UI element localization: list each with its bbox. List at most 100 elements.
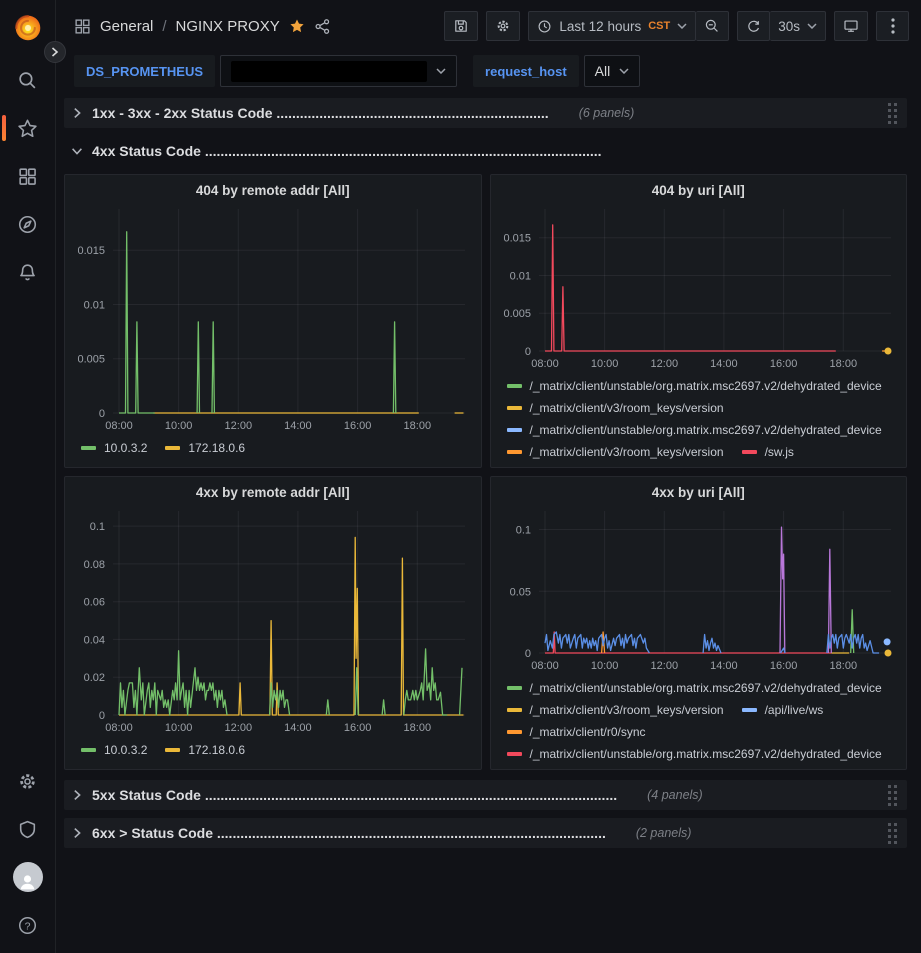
row-drag-handle[interactable] — [886, 821, 899, 846]
legend-swatch — [507, 384, 522, 388]
sidebar-item-starred[interactable] — [0, 104, 56, 152]
legend-swatch — [507, 686, 522, 690]
panel-404-by-remote-addr: 404 by remote addr [All]08:0010:0012:001… — [64, 174, 482, 468]
datasource-value-redacted — [231, 61, 427, 82]
refresh-interval-picker[interactable]: 30s — [770, 11, 826, 41]
svg-text:0: 0 — [524, 346, 530, 358]
row-panel-count: (6 panels) — [579, 106, 635, 120]
monitor-icon — [843, 18, 859, 34]
datasource-variable: DS_PROMETHEUS — [74, 55, 457, 87]
request-host-variable-select[interactable]: All — [584, 55, 641, 87]
svg-text:0.06: 0.06 — [84, 597, 105, 609]
panel-title[interactable]: 404 by uri [All] — [495, 179, 903, 203]
legend-item[interactable]: /_matrix/client/v3/room_keys/version — [507, 702, 724, 717]
panel-legend: /_matrix/client/unstable/org.matrix.msc2… — [495, 373, 903, 467]
svg-text:16:00: 16:00 — [769, 358, 797, 370]
breadcrumb-dashboard-title[interactable]: NGINX PROXY — [176, 18, 280, 35]
favorite-star-button[interactable] — [289, 18, 305, 34]
legend-item[interactable]: /_matrix/client/unstable/org.matrix.msc2… — [507, 680, 882, 695]
time-series-chart[interactable]: 08:0010:0012:0014:0016:0018:0000.0050.01… — [69, 203, 477, 435]
save-icon — [453, 18, 469, 34]
search-icon — [17, 70, 38, 91]
sidebar-item-profile[interactable] — [0, 853, 56, 901]
navbar: General / NGINX PROXY — [56, 0, 921, 52]
legend-swatch — [507, 428, 522, 432]
sidebar-item-alerting[interactable] — [0, 248, 56, 296]
panel-title[interactable]: 4xx by uri [All] — [495, 481, 903, 505]
svg-text:12:00: 12:00 — [650, 660, 678, 672]
sidebar: ? — [0, 0, 56, 953]
svg-text:14:00: 14:00 — [284, 420, 312, 432]
row-title: 5xx Status Code ........................… — [92, 787, 617, 803]
time-controls-group: Last 12 hours CST — [528, 11, 729, 41]
svg-text:14:00: 14:00 — [710, 660, 738, 672]
legend-item[interactable]: 10.0.3.2 — [81, 440, 147, 455]
legend-item[interactable]: /_matrix/client/unstable/org.matrix.msc2… — [507, 378, 882, 393]
svg-text:10:00: 10:00 — [590, 660, 618, 672]
sidebar-item-explore[interactable] — [0, 200, 56, 248]
legend-label: /_matrix/client/v3/room_keys/version — [530, 401, 724, 415]
time-series-chart[interactable]: 08:0010:0012:0014:0016:0018:0000.0050.01… — [495, 203, 903, 373]
legend-item[interactable]: /api/live/ws — [742, 702, 824, 717]
refresh-button[interactable] — [737, 11, 770, 41]
grafana-logo[interactable] — [11, 10, 45, 44]
row-drag-handle[interactable] — [886, 101, 899, 126]
row-5xx-status-code[interactable]: 5xx Status Code ........................… — [64, 780, 907, 810]
legend-label: /_matrix/client/v3/room_keys/version — [530, 703, 724, 717]
time-series-chart[interactable]: 08:0010:0012:0014:0016:0018:0000.020.040… — [69, 505, 477, 737]
tv-mode-button[interactable] — [834, 11, 868, 41]
legend-item[interactable]: /sw.js — [742, 444, 794, 459]
svg-text:0: 0 — [99, 408, 105, 420]
row-drag-handle[interactable] — [886, 783, 899, 808]
compass-icon — [17, 214, 38, 235]
save-dashboard-button[interactable] — [444, 11, 478, 41]
svg-text:18:00: 18:00 — [404, 722, 432, 734]
sidebar-item-search[interactable] — [0, 56, 56, 104]
legend-item[interactable]: /_matrix/client/v3/room_keys/version — [507, 400, 724, 415]
legend-label: /_matrix/client/unstable/org.matrix.msc2… — [530, 747, 882, 761]
legend-item[interactable]: 172.18.0.6 — [165, 440, 245, 455]
svg-text:08:00: 08:00 — [105, 420, 133, 432]
sidebar-item-configuration[interactable] — [0, 757, 56, 805]
share-button[interactable] — [314, 18, 331, 35]
datasource-variable-select[interactable] — [220, 55, 457, 87]
sidebar-expand-button[interactable] — [44, 41, 66, 63]
svg-text:0.08: 0.08 — [84, 559, 105, 571]
time-series-chart[interactable]: 08:0010:0012:0014:0016:0018:0000.050.1 — [495, 505, 903, 675]
breadcrumb-section[interactable]: General — [100, 18, 153, 35]
legend-item[interactable]: /_matrix/client/r0/sync — [507, 724, 646, 739]
panel-404-by-uri: 404 by uri [All]08:0010:0012:0014:0016:0… — [490, 174, 908, 468]
legend-item[interactable]: 10.0.3.2 — [81, 742, 147, 757]
request-host-variable-label[interactable]: request_host — [473, 55, 579, 87]
row-6xx-status-code[interactable]: 6xx > Status Code ......................… — [64, 818, 907, 848]
legend-swatch — [165, 446, 180, 450]
legend-item[interactable]: /_matrix/client/unstable/org.matrix.msc2… — [507, 746, 882, 761]
more-options-button[interactable] — [876, 11, 909, 41]
chevron-down-icon — [807, 23, 817, 29]
legend-swatch — [507, 752, 522, 756]
legend-item[interactable]: /_matrix/client/unstable/org.matrix.msc2… — [507, 422, 882, 437]
share-icon — [314, 18, 331, 35]
chevron-down-icon — [619, 68, 629, 74]
sidebar-item-server-admin[interactable] — [0, 805, 56, 853]
panel-title[interactable]: 4xx by remote addr [All] — [69, 481, 477, 505]
dashboard-content: 1xx - 3xx - 2xx Status Code ............… — [56, 90, 921, 953]
legend-item[interactable]: 172.18.0.6 — [165, 742, 245, 757]
time-range-picker[interactable]: Last 12 hours CST — [528, 11, 696, 41]
zoom-out-time-button[interactable] — [696, 11, 729, 41]
chevron-right-icon — [70, 106, 84, 120]
row-1xx-3xx-2xx-status-code[interactable]: 1xx - 3xx - 2xx Status Code ............… — [64, 98, 907, 128]
legend-swatch — [742, 708, 757, 712]
panel-title[interactable]: 404 by remote addr [All] — [69, 179, 477, 203]
datasource-variable-label[interactable]: DS_PROMETHEUS — [74, 55, 215, 87]
sidebar-item-help[interactable]: ? — [0, 901, 56, 949]
sidebar-item-dashboards[interactable] — [0, 152, 56, 200]
row-title: 4xx Status Code ........................… — [92, 143, 602, 159]
legend-item[interactable]: /_matrix/client/v3/room_keys/version — [507, 444, 724, 459]
legend-swatch — [165, 748, 180, 752]
dashboard-settings-button[interactable] — [486, 11, 520, 41]
dashboards-grid-icon — [17, 166, 38, 187]
svg-text:08:00: 08:00 — [531, 358, 559, 370]
row-4xx-status-code[interactable]: 4xx Status Code ........................… — [64, 136, 907, 166]
request-host-value: All — [595, 63, 611, 79]
